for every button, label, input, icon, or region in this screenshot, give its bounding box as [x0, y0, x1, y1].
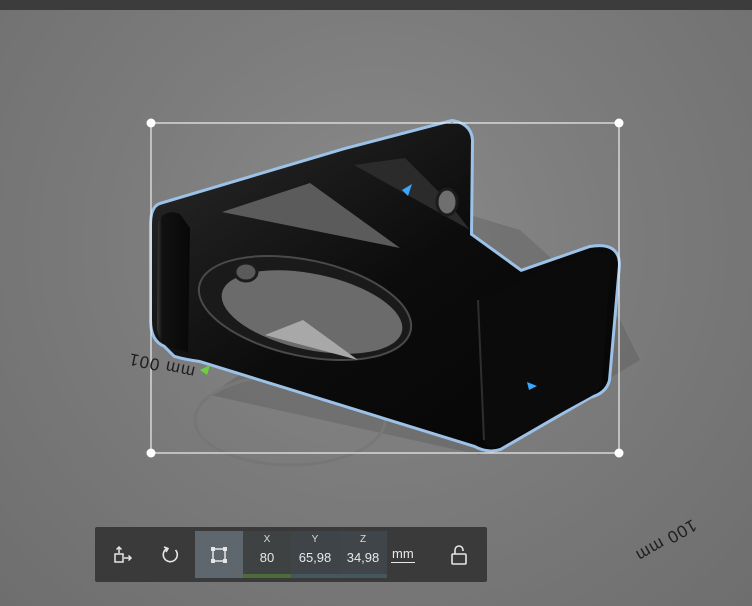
scale-tool-button[interactable] — [195, 531, 243, 578]
unlock-icon — [451, 544, 467, 565]
scale-handle-top-left[interactable] — [146, 118, 156, 128]
z-dimension-field[interactable]: Z 34,98 — [339, 531, 387, 578]
x-axis-indicator — [243, 574, 291, 578]
rotate-icon — [162, 545, 179, 562]
y-axis-indicator — [291, 574, 339, 578]
bracket-model[interactable] — [149, 119, 621, 453]
top-bar — [0, 0, 752, 10]
proportion-lock-button[interactable] — [435, 531, 483, 578]
z-axis-indicator — [339, 574, 387, 578]
x-value[interactable]: 80 — [243, 550, 291, 565]
scene-svg — [146, 118, 640, 467]
scale-handle-bottom-left[interactable] — [146, 448, 156, 458]
unit-selector[interactable]: mm — [391, 546, 415, 563]
z-value[interactable]: 34,98 — [339, 550, 387, 565]
z-axis-label: Z — [359, 534, 367, 545]
scale-handle-bottom-right[interactable] — [614, 448, 624, 458]
transform-toolbar: X 80 Y 65,98 Z 34,98 mm — [95, 527, 487, 582]
y-value[interactable]: 65,98 — [291, 550, 339, 565]
move-icon — [114, 545, 133, 563]
scale-icon — [211, 546, 227, 563]
y-dimension-field[interactable]: Y 65,98 — [291, 531, 339, 578]
rotate-tool-button[interactable] — [147, 531, 195, 578]
scale-handle-top-right[interactable] — [614, 118, 624, 128]
3d-viewport[interactable] — [0, 10, 752, 606]
x-dimension-field[interactable]: X 80 — [243, 531, 291, 578]
move-tool-button[interactable] — [99, 531, 147, 578]
x-axis-label: X — [263, 534, 271, 545]
y-axis-label: Y — [311, 534, 319, 545]
